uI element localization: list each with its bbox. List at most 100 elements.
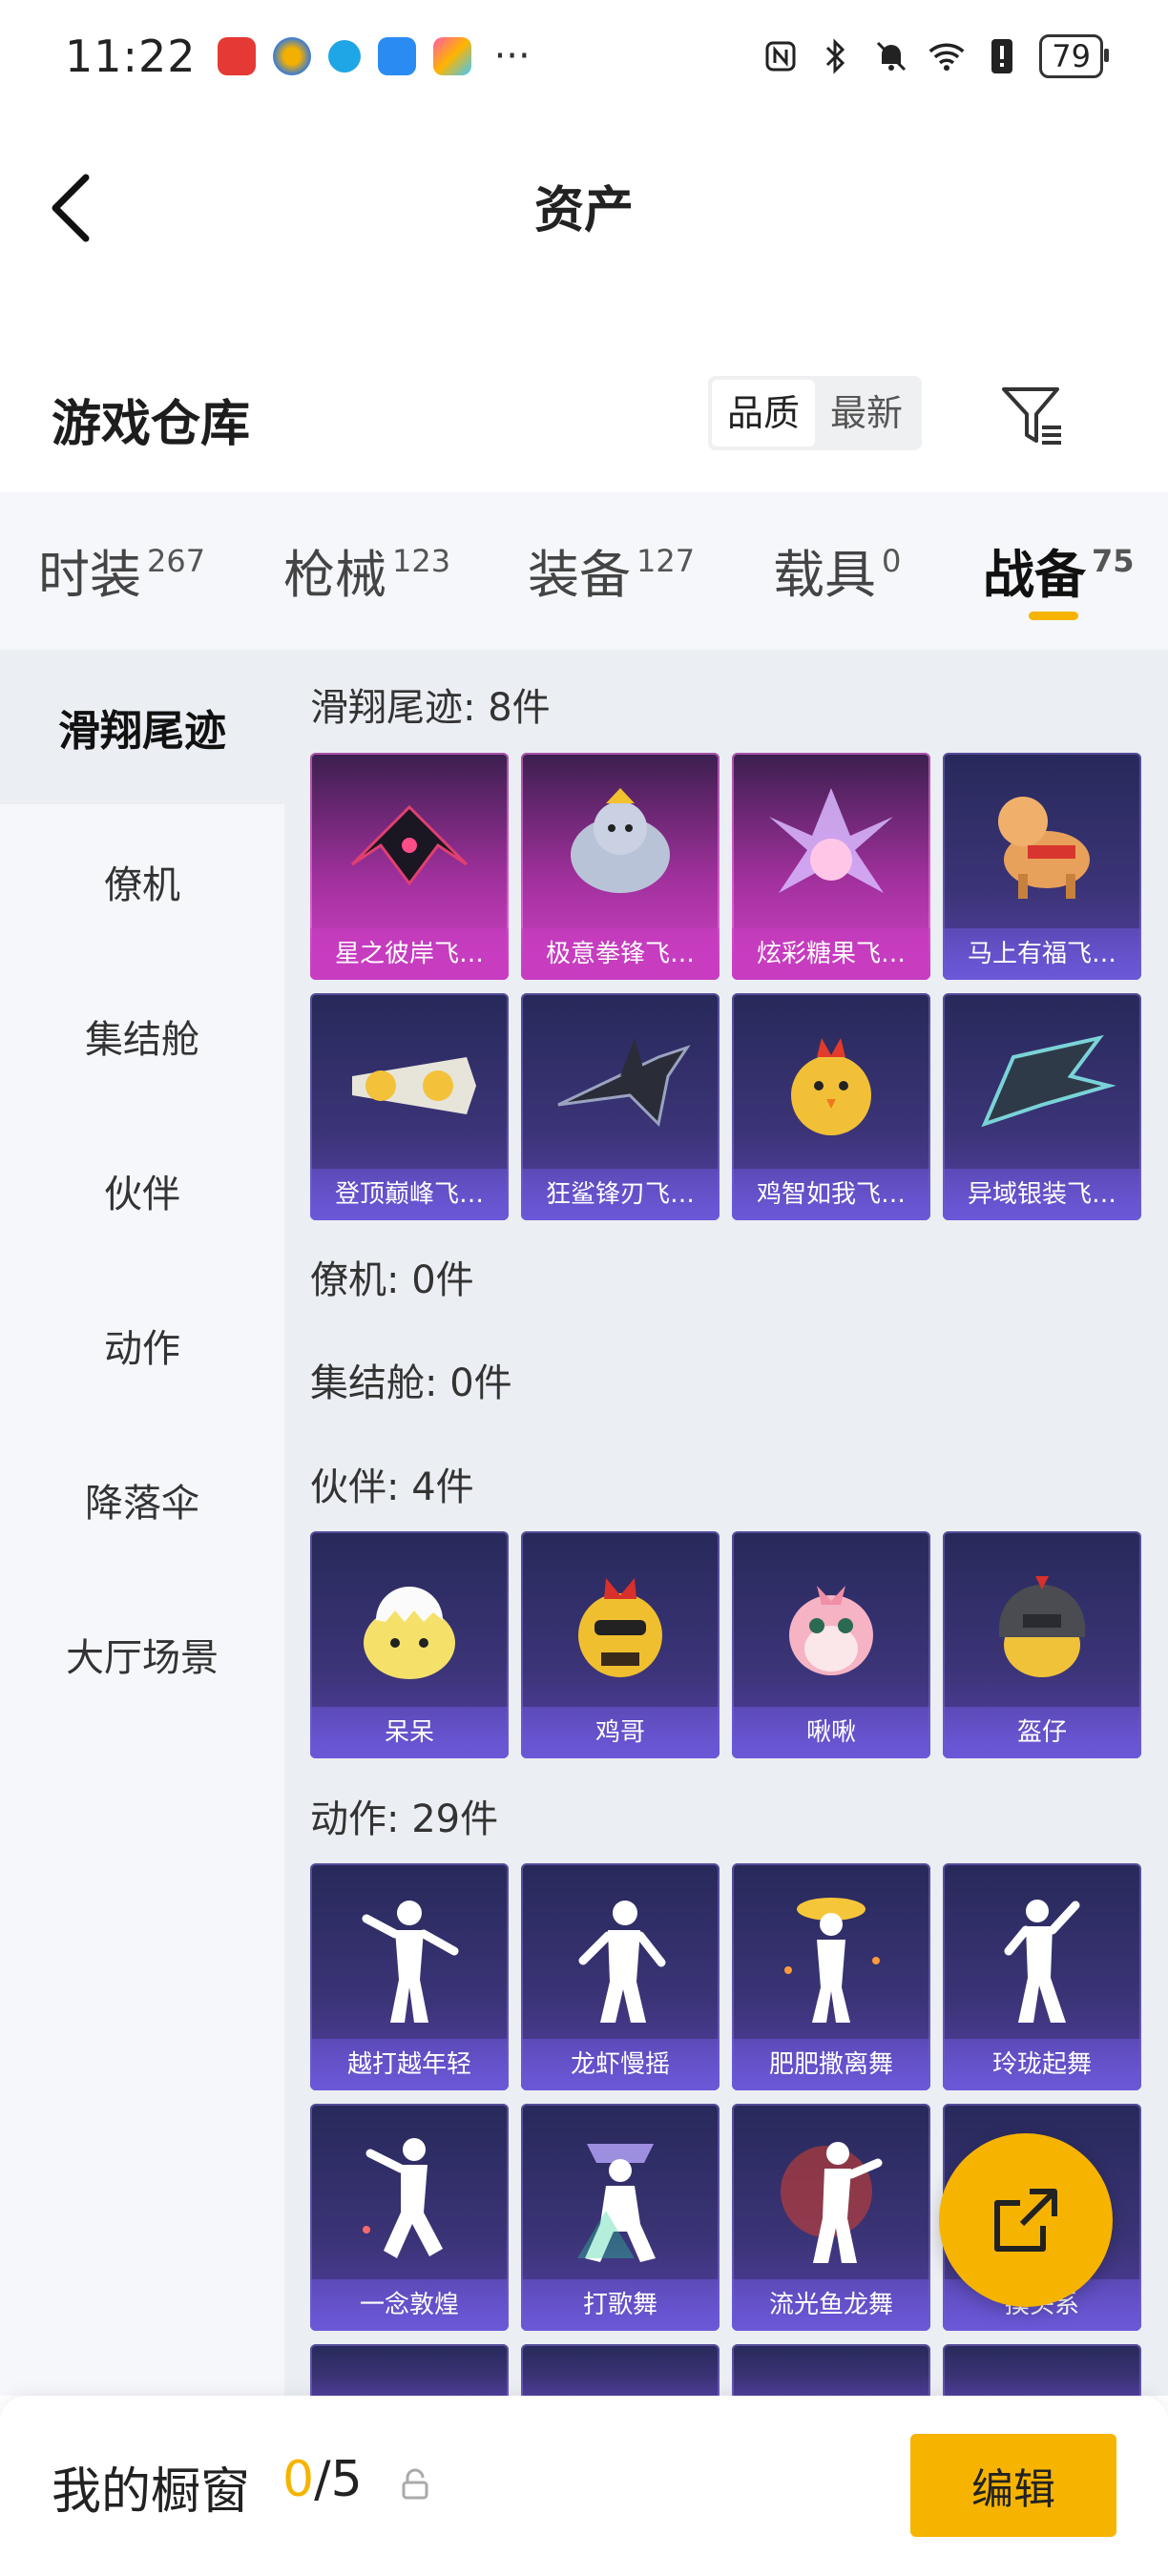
sidebar-item-emote[interactable]: 动作 [0, 1268, 284, 1423]
sidebar-item-glide-trail[interactable]: 滑翔尾迹 [0, 650, 284, 804]
sort-newest-option[interactable]: 最新 [815, 380, 918, 447]
item-card[interactable]: 马上有福飞… [943, 753, 1141, 980]
tab-count: 0 [882, 543, 902, 579]
game-app-icon [272, 37, 311, 75]
share-button[interactable] [939, 2133, 1113, 2307]
dance-pose-icon [323, 1877, 495, 2035]
tab-count: 123 [392, 543, 451, 579]
category-tabs: 时装 267 枪械 123 装备 127 载具 0 战备 75 [0, 492, 1168, 650]
item-card[interactable]: 打歌舞 [521, 2104, 720, 2331]
item-card[interactable]: 鸡智如我飞… [732, 993, 930, 1220]
warehouse-header: 游戏仓库 品质 最新 [0, 363, 1168, 491]
item-card-partial[interactable] [943, 2344, 1141, 2396]
helmet-chick-companion-icon [956, 1545, 1128, 1703]
filter-button[interactable] [998, 382, 1067, 450]
showcase-total: /5 [314, 2451, 363, 2508]
item-card[interactable]: 鸡哥 [521, 1531, 720, 1758]
sort-toggle: 品质 最新 [708, 376, 923, 450]
item-card[interactable]: 登顶巅峰飞… [310, 993, 509, 1220]
sidebar-item-wingman[interactable]: 僚机 [0, 804, 284, 959]
hoyo-app-icon [377, 37, 416, 75]
rooster-companion-icon [534, 1545, 706, 1703]
item-card[interactable]: 极意拳锋飞… [521, 753, 720, 980]
item-card-partial[interactable] [521, 2344, 720, 2396]
item-card[interactable]: 狂鲨锋刃飞… [521, 993, 720, 1220]
messenger-app-icon [327, 40, 361, 73]
tab-vehicles[interactable]: 载具 0 [773, 532, 901, 608]
item-label: 马上有福飞… [943, 928, 1141, 980]
chicken-glider-icon [745, 1007, 917, 1165]
item-label: 异域银装飞… [943, 1169, 1141, 1220]
section-title-assembly-pod: 集结舱: 0件 [310, 1361, 512, 1405]
item-card[interactable]: 越打越年轻 [310, 1863, 509, 2090]
sidebar-item-lobby-scene[interactable]: 大厅场景 [0, 1577, 284, 1732]
section-title-companion: 伙伴: 4件 [310, 1465, 474, 1509]
tab-guns[interactable]: 枪械 123 [283, 532, 450, 608]
item-card[interactable]: 炫彩糖果飞… [732, 753, 930, 980]
pink-bird-companion-icon [745, 1545, 917, 1703]
sidebar-item-companion[interactable]: 伙伴 [0, 1113, 284, 1268]
showcase-bar: 我的橱窗 0/5 编辑 [0, 2396, 1168, 2576]
status-time: 11:22 [65, 31, 197, 82]
tab-equipment[interactable]: 装备 127 [528, 532, 695, 608]
bluetooth-icon [818, 38, 854, 74]
filter-icon [1002, 387, 1061, 445]
tab-count: 127 [636, 543, 696, 579]
sidebar-item-assembly-pod[interactable]: 集结舱 [0, 959, 284, 1113]
horse-glider-icon [956, 766, 1128, 924]
sort-quality-option[interactable]: 品质 [712, 380, 816, 447]
status-bar: 11:22 ··· 79 [0, 0, 1168, 113]
item-label: 炫彩糖果飞… [732, 928, 930, 980]
section-title-wingman: 僚机: 0件 [310, 1258, 474, 1302]
showcase-count: 0/5 [282, 2451, 363, 2508]
tab-label: 载具 [773, 545, 876, 605]
huawei-app-icon [217, 37, 256, 75]
system-icons: 79 [762, 34, 1109, 78]
sidebar-item-parachute[interactable]: 降落伞 [0, 1423, 284, 1577]
item-label: 登顶巅峰飞… [310, 1169, 509, 1220]
edit-button[interactable]: 编辑 [910, 2434, 1116, 2537]
tab-label: 战备 [983, 545, 1086, 605]
item-card[interactable]: 星之彼岸飞… [310, 753, 509, 980]
item-card[interactable]: 啾啾 [732, 1531, 930, 1758]
item-label: 鸡哥 [521, 1707, 720, 1758]
item-card-partial[interactable] [732, 2344, 930, 2396]
candy-glider-icon [745, 766, 917, 924]
item-card[interactable]: 呆呆 [310, 1531, 509, 1758]
sway-dance-pose-icon [534, 1877, 706, 2035]
active-tab-underline [1029, 612, 1078, 620]
tab-fashion[interactable]: 时装 267 [38, 532, 205, 608]
item-label: 打歌舞 [521, 2279, 720, 2331]
item-label: 啾啾 [732, 1707, 930, 1758]
item-card[interactable]: 异域银装飞… [943, 993, 1141, 1220]
showcase-label: 我的橱窗 [52, 2463, 251, 2521]
battery-indicator: 79 [1039, 34, 1109, 78]
share-icon [994, 2189, 1057, 2252]
page-title: 资产 [533, 182, 634, 239]
alert-icon [984, 38, 1020, 74]
item-card[interactable]: 流光鱼龙舞 [732, 2104, 930, 2331]
tab-label: 枪械 [283, 545, 386, 605]
tab-label: 时装 [38, 545, 141, 605]
item-label: 一念敦煌 [310, 2279, 509, 2331]
mute-icon [873, 38, 909, 74]
item-label: 极意拳锋飞… [521, 928, 720, 980]
item-card[interactable]: 龙虾慢摇 [521, 1863, 720, 2090]
item-card[interactable]: 肥肥撒离舞 [732, 1863, 930, 2090]
item-card-partial[interactable] [310, 2344, 509, 2396]
tab-battle-prep[interactable]: 战备 75 [983, 532, 1135, 608]
more-notifications-indicator: ··· [493, 34, 531, 78]
item-card[interactable]: 盔仔 [943, 1531, 1141, 1758]
elephant-glider-icon [534, 766, 706, 924]
warehouse-title: 游戏仓库 [52, 396, 251, 453]
item-label: 越打越年轻 [310, 2039, 509, 2090]
lock-icon [402, 2468, 428, 2500]
app-header: 资产 [0, 113, 1168, 294]
item-card[interactable]: 玲珑起舞 [943, 1863, 1141, 2090]
item-label: 盔仔 [943, 1707, 1141, 1758]
glider-wings-icon [323, 766, 495, 924]
fish-dragon-dance-pose-icon [745, 2117, 917, 2275]
nfc-icon [762, 38, 799, 74]
item-card[interactable]: 一念敦煌 [310, 2104, 509, 2331]
item-label: 龙虾慢摇 [521, 2039, 720, 2090]
